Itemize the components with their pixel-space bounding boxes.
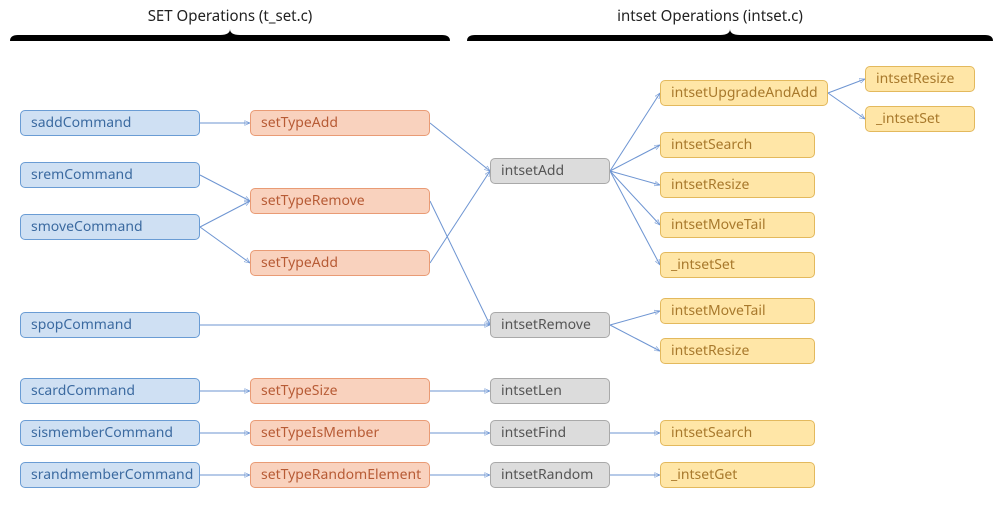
node-smove-command: smoveCommand <box>20 214 200 240</box>
node-scard-command: scardCommand <box>20 378 200 404</box>
node-intset-set-1: _intsetSet <box>660 252 815 278</box>
node-intset-resize-1: intsetResize <box>660 172 815 198</box>
node-intset-get: _intsetGet <box>660 462 815 488</box>
node-intset-movetail-1: intsetMoveTail <box>660 212 815 238</box>
node-intset-movetail-2: intsetMoveTail <box>660 298 815 324</box>
label: intsetSearch <box>671 426 752 440</box>
node-intset-set-e: _intsetSet <box>865 106 975 132</box>
brace-left <box>8 28 452 42</box>
label: intsetRemove <box>501 318 591 332</box>
label: setTypeAdd <box>261 256 338 270</box>
node-settype-size: setTypeSize <box>250 378 430 404</box>
node-srem-command: sremCommand <box>20 162 200 188</box>
label: setTypeSize <box>261 384 338 398</box>
section-header-set: SET Operations (t_set.c) <box>90 6 370 26</box>
label: sremCommand <box>31 168 133 182</box>
node-spop-command: spopCommand <box>20 312 200 338</box>
label: setTypeRemove <box>261 194 365 208</box>
label: intsetResize <box>671 344 749 358</box>
node-settype-random: setTypeRandomElement <box>250 462 430 488</box>
node-intset-resize-e: intsetResize <box>865 66 975 92</box>
node-intset-random: intsetRandom <box>490 462 610 488</box>
brace-right <box>465 28 995 42</box>
section-header-intset: intset Operations (intset.c) <box>570 6 850 26</box>
node-intset-search-2: intsetSearch <box>660 420 815 446</box>
node-intset-resize-2: intsetResize <box>660 338 815 364</box>
label: setTypeIsMember <box>261 426 379 440</box>
label: intsetMoveTail <box>671 304 766 318</box>
label: intsetResize <box>671 178 749 192</box>
label: intsetUpgradeAndAdd <box>671 86 818 100</box>
label: sismemberCommand <box>31 426 173 440</box>
label: srandmemberCommand <box>31 468 193 482</box>
node-sismember-command: sismemberCommand <box>20 420 200 446</box>
label: intsetAdd <box>501 164 564 178</box>
label: intsetRandom <box>501 468 593 482</box>
node-intset-add: intsetAdd <box>490 158 610 184</box>
node-intset-search-1: intsetSearch <box>660 132 815 158</box>
node-intset-remove: intsetRemove <box>490 312 610 338</box>
node-intset-len: intsetLen <box>490 378 610 404</box>
node-intset-upgrade-and-add: intsetUpgradeAndAdd <box>660 80 828 106</box>
node-settype-add-2: setTypeAdd <box>250 250 430 276</box>
node-srandmember-command: srandmemberCommand <box>20 462 200 488</box>
label: intsetSearch <box>671 138 752 152</box>
label: _intsetSet <box>876 112 940 126</box>
label: intsetResize <box>876 72 954 86</box>
node-sadd-command: saddCommand <box>20 110 200 136</box>
label: intsetFind <box>501 426 566 440</box>
label: setTypeRandomElement <box>261 468 421 482</box>
node-settype-remove: setTypeRemove <box>250 188 430 214</box>
label: intsetLen <box>501 384 562 398</box>
label: smoveCommand <box>31 220 143 234</box>
label: _intsetSet <box>671 258 735 272</box>
label: setTypeAdd <box>261 116 338 130</box>
node-settype-add-1: setTypeAdd <box>250 110 430 136</box>
node-intset-find: intsetFind <box>490 420 610 446</box>
label: spopCommand <box>31 318 132 332</box>
label: intsetMoveTail <box>671 218 766 232</box>
label: saddCommand <box>31 116 131 130</box>
label: scardCommand <box>31 384 135 398</box>
label: _intsetGet <box>671 468 737 482</box>
node-settype-ismember: setTypeIsMember <box>250 420 430 446</box>
